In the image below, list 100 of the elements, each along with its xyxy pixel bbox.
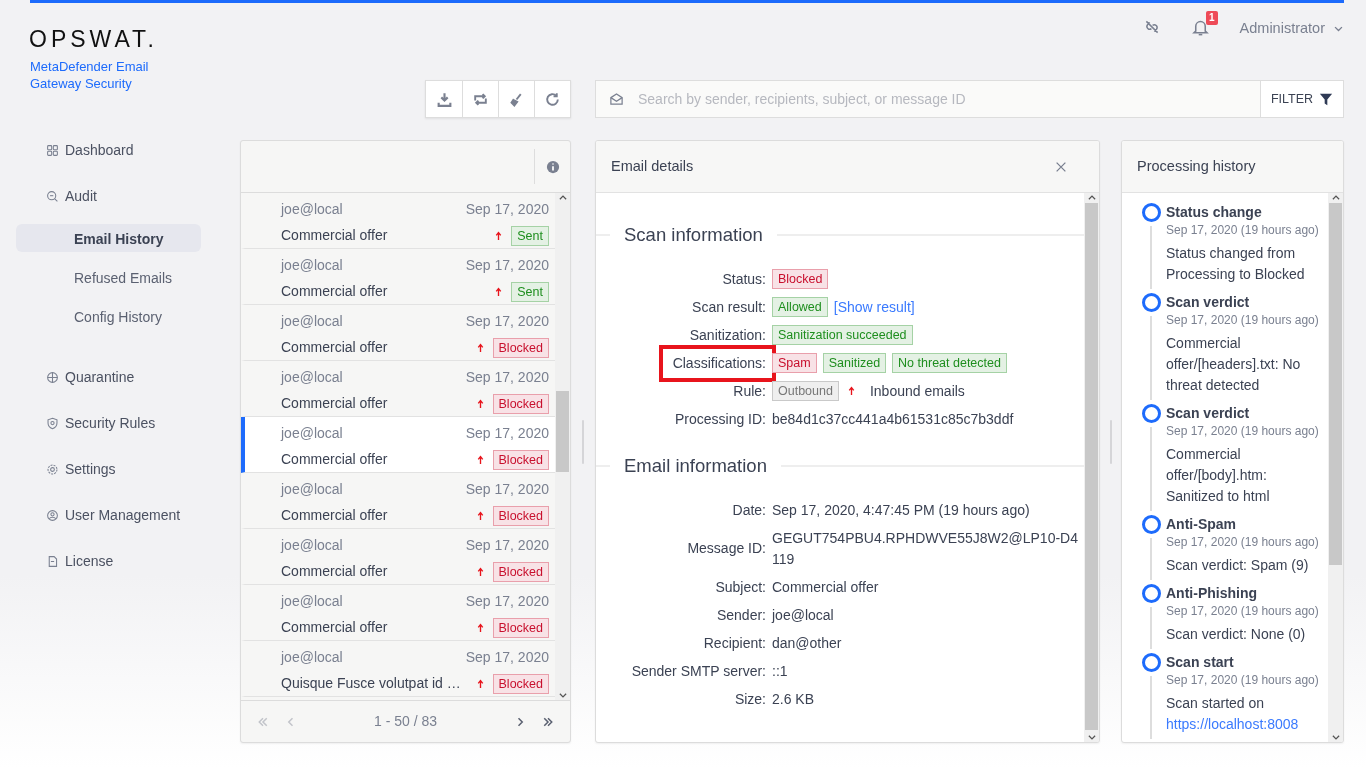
status-tag: Allowed xyxy=(772,297,828,318)
download-button[interactable] xyxy=(426,81,462,117)
event-description: Commercial offer/[headers].txt: No threat detected xyxy=(1166,334,1302,395)
scrollbar[interactable] xyxy=(1084,193,1099,742)
field-label: Subject: xyxy=(715,577,766,597)
event-description: Scan verdict: Spam (9) xyxy=(1166,556,1310,575)
date-text: Sep 17, 2020 xyxy=(465,368,549,387)
email-row[interactable]: joe@local Sep 17, 2020 Commercial offer Sent xyxy=(241,193,555,249)
status-tag: Blocked xyxy=(772,269,829,290)
email-row[interactable]: joe@local Sep 17, 2020 Commercial offer Blocked xyxy=(241,585,555,641)
event-description: Commercial offer/[body].htm: Sanitized to html xyxy=(1166,445,1271,506)
document-icon xyxy=(46,554,59,568)
reprocess-button[interactable] xyxy=(462,81,498,117)
scroll-thumb[interactable] xyxy=(1085,203,1098,731)
scroll-up-icon xyxy=(1086,193,1097,203)
email-row[interactable]: joe@local Sep 17, 2020 Commercial offer Blocked xyxy=(241,417,555,473)
email-row[interactable]: joe@local Sep 17, 2020 Quisque Fusce volutpat id … Blocked xyxy=(241,641,555,697)
field-label: Date: xyxy=(732,500,766,520)
field-value: dan@other xyxy=(772,633,842,653)
status-tag: Outbound xyxy=(772,381,839,402)
sidebar-item[interactable]: Settings xyxy=(16,457,240,481)
refresh-button[interactable] xyxy=(534,81,570,117)
notifications-button[interactable] xyxy=(1190,18,1210,37)
field-value: joe@local xyxy=(772,605,834,625)
section-heading: Scan information xyxy=(623,223,764,247)
user-menu[interactable]: Administrator xyxy=(1239,18,1344,40)
sidebar-item[interactable]: Audit xyxy=(16,184,240,208)
sender-text: joe@local xyxy=(281,312,344,331)
date-text: Sep 17, 2020 xyxy=(465,424,549,443)
status-tag: Sent xyxy=(511,282,549,303)
funnel-icon xyxy=(1319,92,1334,106)
subject-text: Commercial offer xyxy=(281,393,389,413)
field-label: Size: xyxy=(734,689,766,709)
sidebar-subitem[interactable]: Refused Emails xyxy=(16,263,201,291)
date-text: Sep 17, 2020 xyxy=(465,256,549,275)
field-value: ::1 xyxy=(772,661,788,681)
event-time: Sep 17, 2020 (19 hours ago) xyxy=(1166,534,1320,551)
section-heading: Email information xyxy=(623,453,768,478)
sidebar-item[interactable]: Quarantine xyxy=(16,365,240,389)
email-row[interactable]: joe@local Sep 17, 2020 Commercial offer Blocked xyxy=(241,473,555,529)
sender-text: joe@local xyxy=(281,424,344,443)
email-row[interactable]: joe@local Sep 17, 2020 Commercial offer Blocked xyxy=(241,305,555,361)
sidebar-item[interactable]: User Management xyxy=(16,503,240,527)
field-label: Status: xyxy=(722,269,766,289)
filter-button[interactable]: FILTER xyxy=(1260,81,1343,117)
refresh-icon xyxy=(544,90,561,108)
search-field[interactable]: Search by sender, recipients, subject, or message ID FILTER xyxy=(595,80,1344,118)
scroll-thumb[interactable] xyxy=(1329,203,1342,566)
scroll-down-icon xyxy=(1330,732,1341,742)
date-text: Sep 17, 2020 xyxy=(465,648,549,667)
event-description: Status changed from Processing to Blocked xyxy=(1166,244,1306,284)
field-label: Sanitization: xyxy=(689,325,766,345)
event-title: Anti-Spam xyxy=(1166,515,1237,533)
status-tag: Blocked xyxy=(492,562,549,583)
sidebar-item[interactable]: License xyxy=(16,549,240,573)
sender-text: joe@local xyxy=(281,200,344,219)
subject-text: Quisque Fusce volutpat id … xyxy=(281,673,462,693)
scrollbar[interactable] xyxy=(1328,193,1343,742)
event-title: Scan verdict xyxy=(1166,404,1251,422)
event-title: Status change xyxy=(1166,203,1263,221)
email-row[interactable]: joe@local Sep 17, 2020 Commercial offer Blocked xyxy=(241,529,555,585)
scrollbar[interactable] xyxy=(555,193,570,700)
event-time: Sep 17, 2020 (19 hours ago) xyxy=(1166,603,1320,620)
globe-icon xyxy=(46,370,59,384)
sidebar-item[interactable]: Dashboard xyxy=(16,138,240,162)
status-tag: Sent xyxy=(511,226,549,247)
sidebar-item[interactable]: Security Rules xyxy=(16,411,240,435)
timeline-dot xyxy=(1141,515,1161,534)
logo-wordmark: OPSWAT. xyxy=(29,28,159,51)
status-tag: Blocked xyxy=(492,394,549,415)
field-value: Inbound emails xyxy=(869,381,965,401)
shield-icon xyxy=(46,416,59,430)
clean-button[interactable] xyxy=(498,81,534,117)
info-icon xyxy=(545,159,560,174)
status-tag: Sanitized xyxy=(822,353,887,374)
scroll-thumb[interactable] xyxy=(556,390,569,472)
timeline-dot xyxy=(1141,203,1161,222)
event-link[interactable]: https://localhost:8008 xyxy=(1166,716,1299,732)
timeline-dot xyxy=(1141,653,1161,672)
event-description: Scan started on xyxy=(1166,695,1265,711)
field-label: Sender: xyxy=(716,605,766,625)
subject-text: Commercial offer xyxy=(281,281,389,301)
email-row[interactable]: joe@local Sep 17, 2020 Commercial offer Sent xyxy=(241,249,555,305)
panel-title: Processing history xyxy=(1137,156,1256,176)
show-result-link[interactable]: [Show result] xyxy=(833,296,915,318)
field-value: GEGUT754PBU4.RPHDWVE55J8W2@LP10-D4119 xyxy=(772,528,1079,569)
grid-icon xyxy=(46,143,59,157)
double-chevron-right-icon xyxy=(542,716,554,729)
subject-text: Commercial offer xyxy=(281,505,389,525)
event-time: Sep 17, 2020 (19 hours ago) xyxy=(1166,672,1320,689)
sender-text: joe@local xyxy=(281,480,344,499)
envelope-icon xyxy=(608,91,624,107)
field-value: 2.6 KB xyxy=(772,689,815,709)
sidebar-subitem[interactable]: Config History xyxy=(16,302,201,330)
sidebar-subitem[interactable]: Email History xyxy=(16,224,201,252)
field-value: Commercial offer xyxy=(772,577,879,597)
event-title: Scan start xyxy=(1166,653,1235,671)
user-circle-icon xyxy=(46,508,59,522)
event-title: Scan verdict xyxy=(1166,293,1251,311)
scroll-up-icon xyxy=(1330,193,1341,203)
